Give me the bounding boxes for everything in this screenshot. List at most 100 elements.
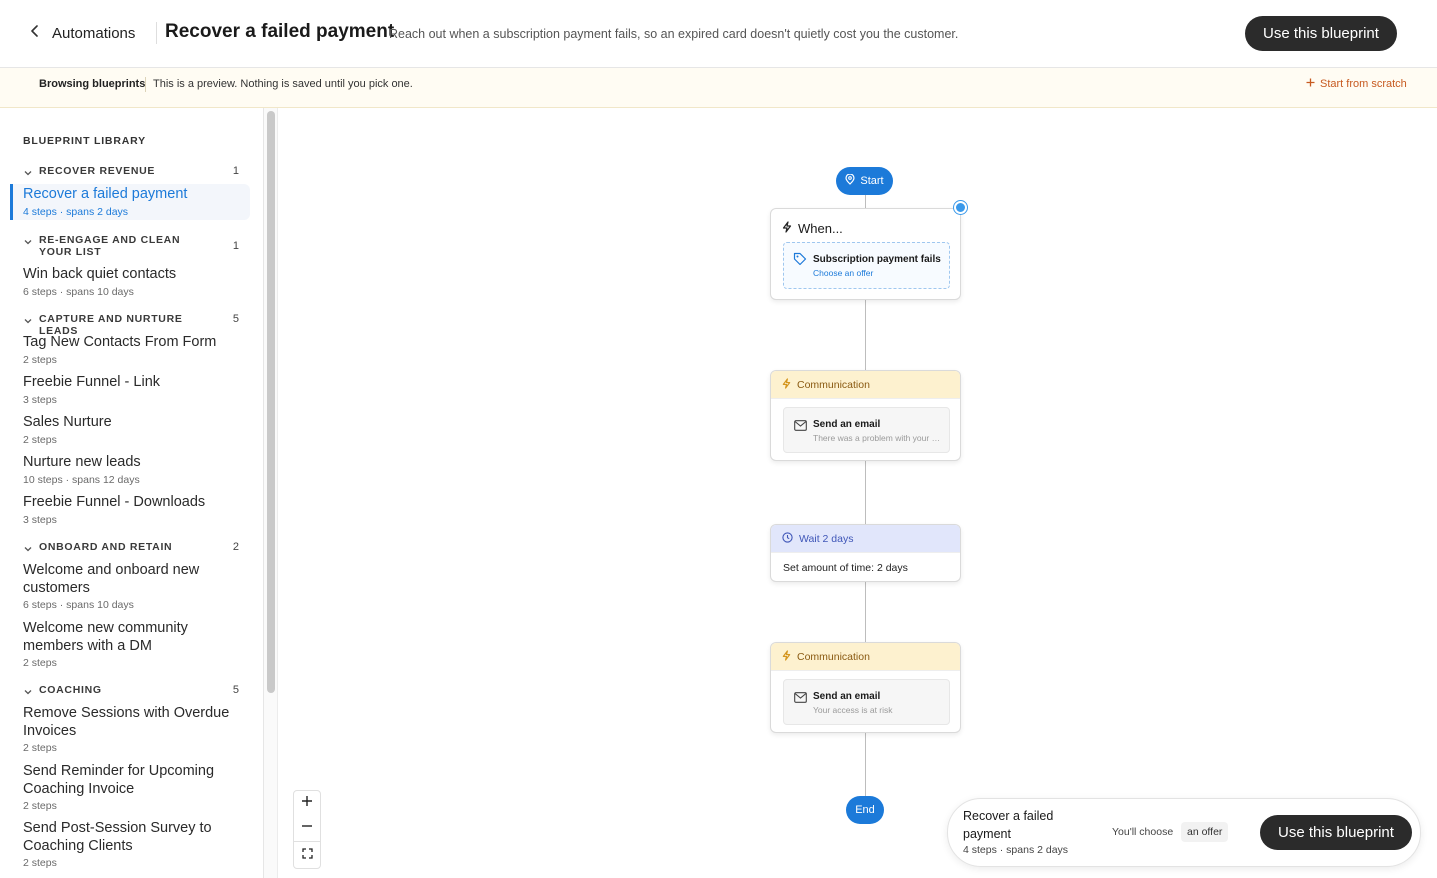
wait-description: Set amount of time: 2 days [783,562,908,574]
plus-icon [1306,78,1315,90]
send-email-action[interactable]: Send an email There was a problem with y… [783,407,950,453]
blueprint-item[interactable]: Win back quiet contacts 6 steps · spans … [10,266,250,298]
fit-view-button[interactable] [293,841,321,869]
blueprint-name: Remove Sessions with Overdue Invoices [23,705,230,739]
connector-line [865,195,866,208]
mail-icon [794,690,807,708]
start-node[interactable]: Start [836,167,893,195]
blueprint-meta: 2 steps [23,742,57,754]
blueprint-name: Win back quiet contacts [23,266,177,282]
blueprint-name: Welcome new community members with a DM [23,620,188,654]
category-coaching[interactable]: COACHING 5 [23,684,243,702]
blueprint-item[interactable]: Send Reminder for Upcoming Coaching Invo… [10,763,240,812]
blueprint-name: Send Post-Session Survey to Coaching Cli… [23,820,212,854]
category-recover-revenue[interactable]: RECOVER REVENUE 1 [23,165,243,183]
blueprint-name: Recover a failed payment [23,186,188,202]
start-label: Start [860,175,884,187]
sidebar-scrollbar-thumb[interactable] [267,111,275,693]
lightning-icon [782,649,791,664]
blueprint-item-recover-failed-payment[interactable]: Recover a failed payment 4 steps · spans… [10,184,250,220]
category-onboard-retain[interactable]: ONBOARD AND RETAIN 2 [23,541,243,559]
trigger-card[interactable]: When... Subscription payment fails Choos… [770,208,961,300]
plus-icon [301,794,313,812]
category-count: 1 [232,240,239,252]
chevron-down-icon [23,541,35,559]
zoom-out-button[interactable] [293,815,321,841]
blueprint-meta: 3 steps [23,513,57,526]
send-email-action[interactable]: Send an email Your access is at risk [783,679,950,725]
clock-icon [782,531,793,546]
connector-line [865,582,866,642]
blueprint-meta: 2 steps [23,857,57,869]
tag-icon [793,252,807,271]
chevron-down-icon [23,234,35,252]
communication-step-1[interactable]: Communication Send an email There was a … [770,370,961,461]
blueprint-item[interactable]: Welcome and onboard new customers 6 step… [10,562,210,611]
header-divider [156,22,157,44]
category-name: RE-ENGAGE AND CLEAN YOUR LIST [39,234,181,258]
blueprint-meta: 3 steps [23,393,57,406]
back-label: Automations [52,24,136,42]
blueprint-name: Sales Nurture [23,414,112,430]
lightning-icon [782,221,792,236]
end-node[interactable]: End [846,796,884,824]
blueprint-item[interactable]: Sales Nurture 2 steps [10,414,250,446]
start-from-scratch-link[interactable]: Start from scratch [1306,78,1407,90]
blueprint-item[interactable]: Send Post-Session Survey to Coaching Cli… [10,820,240,869]
trigger-event-box[interactable]: Subscription payment fails Choose an off… [783,242,950,289]
action-title: Send an email [813,419,881,430]
wait-step[interactable]: Wait 2 days Set amount of time: 2 days [770,524,961,582]
use-blueprint-button[interactable]: Use this blueprint [1245,16,1397,51]
summary-title: Recover a failed payment [963,809,1054,841]
blueprint-name: Welcome and onboard new customers [23,562,200,596]
end-label: End [855,804,875,816]
chevron-down-icon [23,165,35,183]
category-name: ONBOARD AND RETAIN [39,541,173,553]
chevron-left-icon [30,24,40,42]
library-title: BLUEPRINT LIBRARY [23,135,146,147]
category-re-engage[interactable]: RE-ENGAGE AND CLEAN YOUR LIST 1 [23,234,243,258]
chevron-down-icon [23,313,35,331]
blueprint-item[interactable]: Remove Sessions with Overdue Invoices 2 … [10,705,240,754]
connector-line [865,733,866,796]
page-title: Recover a failed payment [165,21,395,42]
category-count: 5 [232,313,239,325]
action-subject: Your access is at risk [813,705,893,715]
start-from-scratch-label: Start from scratch [1320,78,1407,90]
blueprint-item[interactable]: Nurture new leads 10 steps · spans 12 da… [10,454,250,486]
choose-offer-link[interactable]: Choose an offer [813,268,873,278]
category-count: 1 [232,165,239,177]
blueprint-meta: 6 steps · spans 10 days [23,599,134,611]
connection-handle[interactable] [954,201,967,214]
blueprint-meta: 6 steps · spans 10 days [23,285,134,298]
step-header-label: Communication [797,378,870,391]
blueprint-item[interactable]: Freebie Funnel - Link 3 steps [10,374,250,406]
step-header-label: Communication [797,650,870,663]
blueprint-name: Tag New Contacts From Form [23,334,217,350]
zoom-in-button[interactable] [293,790,321,816]
chevron-down-icon [23,684,35,702]
blueprint-name: Freebie Funnel - Downloads [23,494,206,510]
blueprint-item[interactable]: Tag New Contacts From Form 2 steps [10,334,250,366]
blueprint-item[interactable]: Welcome new community members with a DM … [10,620,210,669]
fullscreen-icon [301,846,313,864]
mail-icon [794,418,807,436]
summary-choose-text: You'll choose [1112,826,1174,838]
banner-label: Browsing blueprints [39,78,146,90]
offer-chip: an offer [1181,822,1229,842]
blueprint-meta: 4 steps · spans 2 days [23,205,129,218]
blueprint-meta: 2 steps [23,353,57,366]
blueprint-name: Freebie Funnel - Link [23,374,161,390]
wait-header-label: Wait 2 days [799,532,854,545]
wait-header: Wait 2 days [771,525,960,553]
blueprint-item[interactable]: Freebie Funnel - Downloads 3 steps [10,494,250,526]
step-header: Communication [771,371,960,399]
use-blueprint-button-footer[interactable]: Use this blueprint [1260,815,1412,850]
back-to-automations[interactable]: Automations [30,22,135,44]
action-subject: There was a problem with your payment [813,433,943,443]
communication-step-2[interactable]: Communication Send an email Your access … [770,642,961,733]
blueprint-meta: 2 steps [23,433,57,446]
location-pin-icon [845,173,855,188]
connector-line [865,461,866,524]
trigger-heading-text: When... [798,221,843,236]
